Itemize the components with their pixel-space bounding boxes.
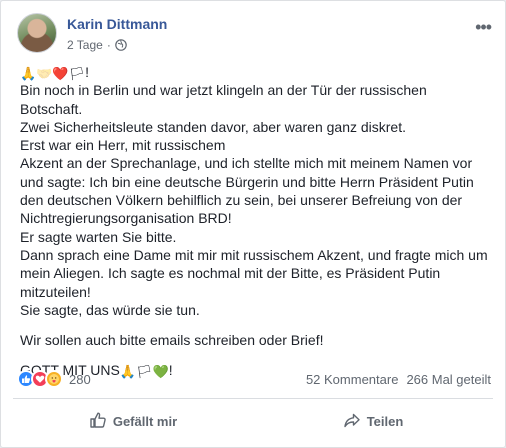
flag-emoji: 🏳: [68, 66, 86, 81]
action-bar: Gefällt mir Teilen: [13, 404, 493, 438]
reaction-summary[interactable]: 280: [17, 370, 91, 388]
like-button[interactable]: Gefällt mir: [13, 404, 253, 438]
post-stats: 280 52 Kommentare 266 Mal geteilt: [15, 369, 493, 391]
globe-icon[interactable]: [115, 39, 127, 51]
care-reaction-icon: [45, 370, 63, 388]
exclaim: !: [85, 64, 89, 80]
text-line: Zwei Sicherheitsleute standen davor, abe…: [20, 118, 406, 135]
text-line: Er sagte warten Sie bitte.: [20, 228, 177, 245]
comments-count[interactable]: 52 Kommentare: [306, 372, 399, 387]
meta-separator: ·: [106, 38, 111, 52]
post-card: Karin Dittmann 2 Tage · ••• 🙏🤝❤️🏳! Bin n…: [0, 0, 506, 448]
handshake-emoji: 🤝: [36, 66, 53, 81]
post-meta: 2 Tage ·: [67, 38, 127, 52]
avatar[interactable]: [17, 13, 57, 53]
shares-count[interactable]: 266 Mal geteilt: [406, 372, 491, 387]
post-header: Karin Dittmann 2 Tage · •••: [13, 13, 493, 57]
pray-emoji: 🙏: [20, 66, 37, 81]
text-line: Sie sagte, das würde sie tun.: [20, 301, 200, 318]
text-line: Erst war ein Herr, mit russischem: [20, 137, 226, 154]
share-label: Teilen: [366, 413, 404, 429]
more-options-icon[interactable]: •••: [475, 17, 492, 38]
like-label: Gefällt mir: [112, 413, 178, 429]
post-time[interactable]: 2 Tage: [67, 38, 103, 52]
text-paragraph: Wir sollen auch bitte emails schreiben o…: [20, 332, 324, 349]
author-name[interactable]: Karin Dittmann: [67, 16, 167, 32]
share-icon: [343, 411, 361, 432]
post-text: 🙏🤝❤️🏳! Bin noch in Berlin und war jetzt …: [20, 63, 489, 380]
engagement-counts: 52 Kommentare 266 Mal geteilt: [306, 372, 491, 387]
thumbs-up-icon: [89, 411, 107, 432]
text-line: Bin noch in Berlin und war jetzt klingel…: [20, 82, 427, 117]
share-button[interactable]: Teilen: [253, 404, 493, 438]
reaction-count: 280: [69, 371, 91, 387]
divider: [13, 398, 493, 399]
heart-emoji: ❤️: [52, 66, 69, 81]
text-line: Akzent an der Sprechanlage, und ich stel…: [20, 155, 474, 227]
emoji-line: 🙏🤝❤️🏳!: [20, 63, 489, 81]
text-line: Dann sprach eine Dame mit mir mit russis…: [20, 246, 488, 300]
